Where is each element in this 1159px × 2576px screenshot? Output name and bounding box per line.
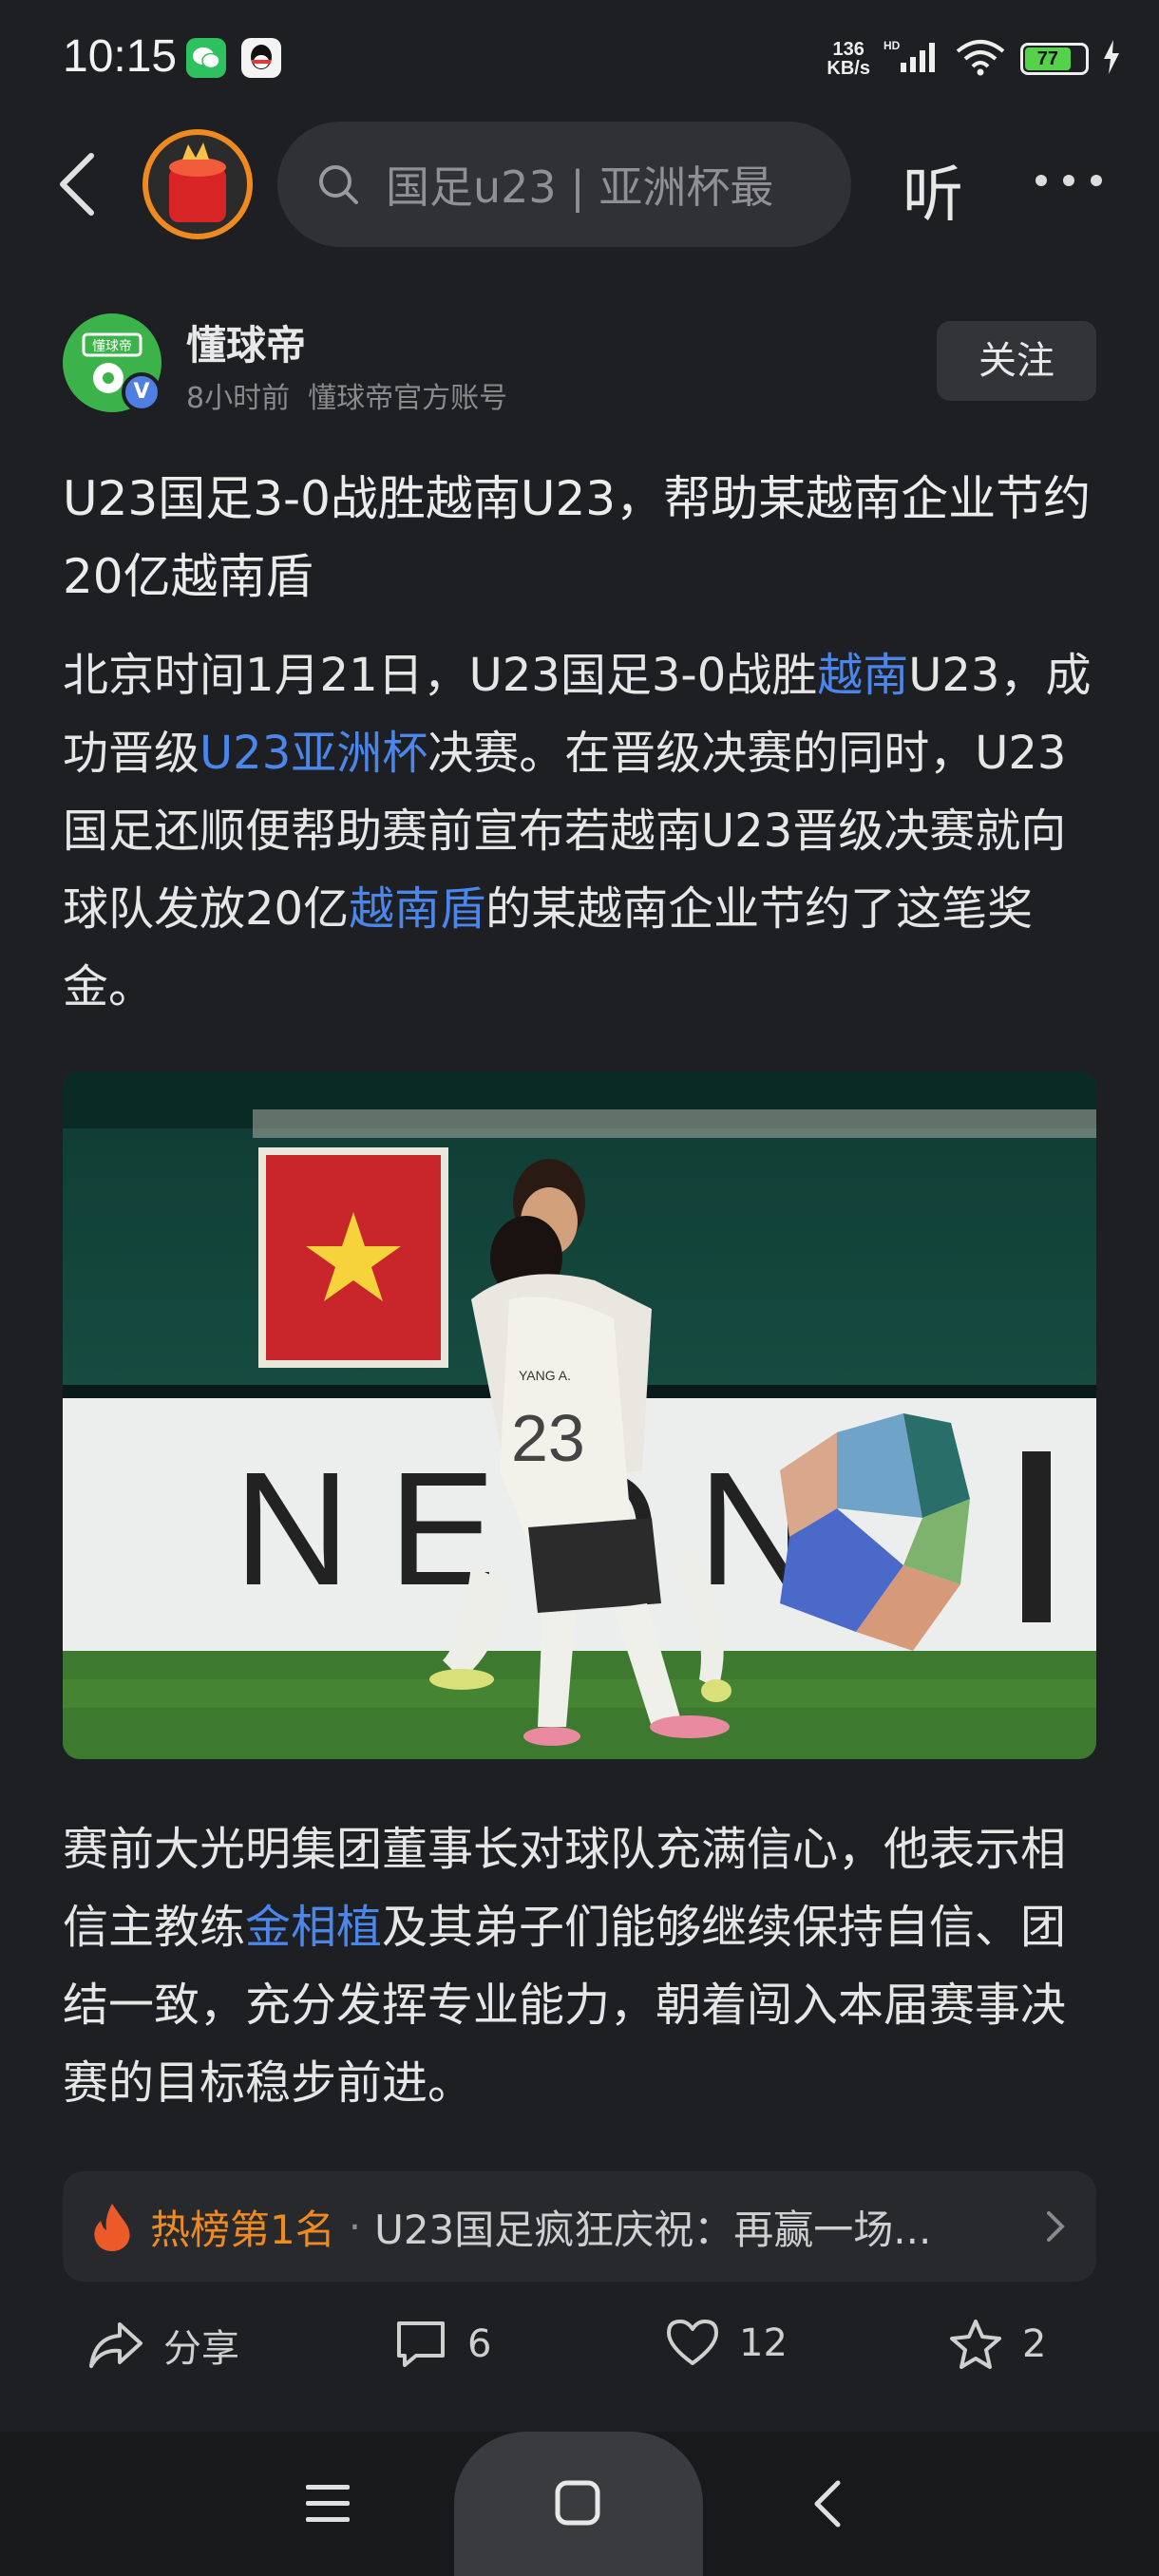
home-button[interactable]	[454, 2432, 703, 2576]
wifi-icon	[954, 38, 1007, 80]
status-time: 10:15	[63, 31, 178, 82]
more-dot-icon	[1036, 175, 1047, 186]
comment-count: 6	[467, 2322, 492, 2366]
event-avatar[interactable]	[142, 129, 253, 239]
more-dot-icon	[1063, 175, 1074, 186]
follow-button[interactable]: 关注	[937, 321, 1096, 401]
top-nav: 国足u23 | 亚洲杯最 听	[0, 122, 1159, 247]
favorite-button[interactable]: 2	[948, 2318, 1046, 2371]
net-speed: 136 KB/s	[826, 39, 870, 79]
comment-icon	[397, 2321, 445, 2367]
like-button[interactable]: 12	[665, 2318, 788, 2369]
search-icon	[319, 165, 358, 204]
more-button[interactable]	[1036, 171, 1102, 190]
system-nav-bar	[0, 2432, 1159, 2576]
back-button[interactable]	[48, 146, 114, 222]
avatar-logo-text: 懂球帝	[92, 339, 132, 354]
system-back-button[interactable]	[809, 2477, 847, 2534]
link-u23-asian-cup[interactable]: U23亚洲杯	[200, 727, 428, 780]
link-coach[interactable]: 金相植	[245, 1901, 382, 1954]
author-name[interactable]: 懂球帝	[186, 313, 306, 371]
separator-dot: ·	[348, 2203, 362, 2250]
battery-level: 77	[1025, 47, 1071, 70]
heart-icon	[667, 2320, 718, 2365]
listen-button[interactable]: 听	[902, 146, 963, 234]
post-title: U23国足3-0战胜越南U23，帮助某越南企业节约20亿越南盾	[63, 471, 1092, 604]
post-time: 8小时前	[186, 382, 291, 415]
more-dot-icon	[1091, 175, 1102, 186]
menu-icon	[306, 2485, 350, 2522]
account-type: 懂球帝官方账号	[308, 382, 508, 415]
hot-rank: 热榜第1名	[150, 2206, 335, 2253]
chevron-right-icon	[1047, 2211, 1065, 2242]
signal-icon: HD	[884, 38, 940, 80]
article-photo[interactable]: NEON YANG A. 23	[63, 1071, 1096, 1759]
search-input[interactable]: 国足u23 | 亚洲杯最	[386, 153, 804, 216]
status-indicators: 136 KB/s HD 77	[826, 38, 1121, 80]
link-vietnam-dong[interactable]: 越南盾	[349, 882, 485, 936]
favorite-count: 2	[1022, 2322, 1047, 2366]
menu-button[interactable]	[304, 2481, 352, 2530]
share-icon	[89, 2322, 142, 2368]
post-paragraph: 赛前大光明集团董事长对球队充满信心，他表示相信主教练金相植及其弟子们能够继续保持…	[63, 1823, 1067, 2110]
home-square-icon	[555, 2480, 600, 2526]
photo-jersey-number: 23	[511, 1401, 585, 1475]
chevron-left-icon	[60, 153, 94, 216]
battery-icon: 77	[1020, 43, 1089, 75]
action-bar: 分享 6 12 2	[0, 2308, 1159, 2394]
star-icon	[950, 2320, 1001, 2369]
share-label: 分享	[163, 2327, 239, 2371]
hd-label: HD	[884, 39, 901, 52]
hot-list-card[interactable]: 热榜第1名 · U23国足疯狂庆祝：再赢一场...	[63, 2171, 1096, 2282]
charging-icon	[1102, 40, 1121, 78]
link-vietnam[interactable]: 越南	[817, 649, 908, 702]
comment-button[interactable]: 6	[393, 2318, 491, 2371]
wechat-icon	[186, 38, 226, 78]
qq-icon	[241, 38, 281, 78]
verified-badge-icon: V	[122, 372, 162, 412]
back-arrow-icon	[814, 2480, 841, 2528]
search-box[interactable]: 国足u23 | 亚洲杯最	[277, 122, 851, 247]
like-count: 12	[739, 2321, 788, 2365]
share-button[interactable]: 分享	[87, 2318, 239, 2373]
fire-icon	[94, 2204, 130, 2251]
post-paragraph: 北京时间1月21日，U23国足3-0战胜越南U23，成功晋级U23亚洲杯决赛。在…	[63, 649, 1092, 1013]
photo-jersey-name: YANG A.	[519, 1368, 571, 1383]
author-meta: 8小时前 懂球帝官方账号	[186, 374, 507, 416]
hot-topic-text: U23国足疯狂庆祝：再赢一场...	[374, 2206, 932, 2253]
status-bar: 10:15 136 KB/s HD 77	[0, 0, 1159, 123]
